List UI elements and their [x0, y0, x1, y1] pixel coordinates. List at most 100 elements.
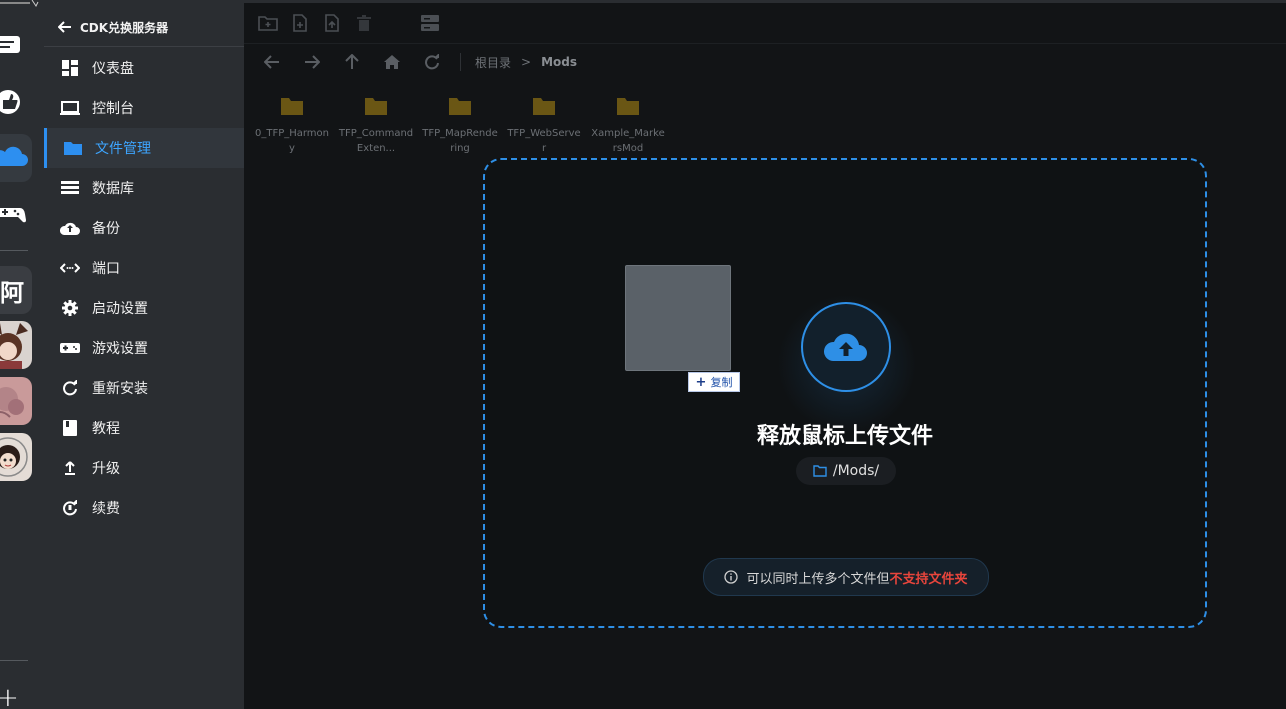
- nav-bar: 根目录 > Mods: [244, 44, 1286, 80]
- sidebar-item-startup[interactable]: 启动设置: [44, 288, 244, 328]
- sidebar-item-label: 备份: [92, 221, 120, 237]
- folder-item[interactable]: TFP_MapRendering: [422, 92, 498, 156]
- up-nav-button[interactable]: [338, 48, 366, 76]
- sidebar: CDK兑换服务器 仪表盘 控制台 文件管理 数据库 备份 端口 启动设置 游戏设…: [44, 0, 244, 709]
- sidebar-item-label: 控制台: [92, 101, 134, 117]
- folder-name: TFP_WebServer: [507, 128, 581, 154]
- add-server-button[interactable]: +: [0, 683, 44, 709]
- sidebar-item-label: 升级: [92, 461, 120, 477]
- sidebar-item-console[interactable]: 控制台: [44, 88, 244, 128]
- sidebar-item-label: 仪表盘: [92, 61, 134, 77]
- back-nav-button[interactable]: [258, 48, 286, 76]
- rail-divider: [0, 660, 28, 661]
- refresh-button[interactable]: [418, 48, 446, 76]
- new-folder-button[interactable]: [256, 11, 280, 35]
- breadcrumb-separator: >: [521, 55, 532, 69]
- sidebar-item-database[interactable]: 数据库: [44, 168, 244, 208]
- sidebar-item-files[interactable]: 文件管理: [44, 128, 244, 168]
- plus-icon: +: [695, 374, 707, 390]
- folder-item[interactable]: TFP_WebServer: [506, 92, 582, 156]
- database-icon: [60, 178, 80, 198]
- breadcrumb-root[interactable]: 根目录: [475, 54, 511, 71]
- upload-file-button[interactable]: [320, 11, 344, 35]
- folder-outline-icon: [813, 465, 827, 477]
- gear-icon: [60, 298, 80, 318]
- port-icon: [60, 258, 80, 278]
- arrow-left-icon: [58, 21, 71, 33]
- cloud-icon[interactable]: [0, 146, 44, 170]
- folder-icon: [617, 98, 639, 115]
- drop-title: 释放鼠标上传文件: [756, 424, 933, 449]
- sidebar-item-renew[interactable]: 续费: [44, 488, 244, 528]
- trash-icon: [357, 15, 371, 31]
- target-path: /Mods/: [796, 457, 896, 485]
- dashboard-icon: [60, 58, 80, 78]
- back-button[interactable]: CDK兑换服务器: [44, 8, 244, 47]
- upload-drop-zone[interactable]: 释放鼠标上传文件 /Mods/ 可以同时上传多个文件但 不支持文件夹: [483, 158, 1207, 628]
- target-path-text: /Mods/: [832, 463, 880, 479]
- server-rail: 阿 +: [0, 0, 44, 709]
- sidebar-item-label: 数据库: [92, 181, 134, 197]
- chat-icon[interactable]: [0, 32, 44, 58]
- breadcrumb-divider: [460, 53, 461, 71]
- sidebar-item-label: 启动设置: [92, 301, 148, 317]
- folder-icon: [365, 98, 387, 115]
- folder-item[interactable]: Xample_MarkersMod: [590, 92, 666, 156]
- folder-name: 0_TFP_Harmony: [254, 128, 330, 154]
- home-icon: [384, 55, 400, 69]
- folder-icon: [63, 138, 83, 158]
- sidebar-menu: 仪表盘 控制台 文件管理 数据库 备份 端口 启动设置 游戏设置 重新安装 教程…: [44, 48, 244, 528]
- sidebar-item-label: 文件管理: [95, 141, 151, 157]
- book-icon: [60, 418, 80, 438]
- sidebar-item-ports[interactable]: 端口: [44, 248, 244, 288]
- folder-item[interactable]: TFP_CommandExten...: [338, 92, 414, 156]
- folder-name: Xample_MarkersMod: [591, 128, 665, 154]
- new-file-button[interactable]: [288, 11, 312, 35]
- delete-button[interactable]: [352, 11, 376, 35]
- folder-icon: [281, 98, 303, 115]
- gamepad-icon: [60, 338, 80, 358]
- info-icon: [724, 570, 739, 584]
- avatar-text[interactable]: 阿: [0, 266, 32, 314]
- storage-button[interactable]: [418, 11, 442, 35]
- folder-icon: [449, 98, 471, 115]
- renew-icon: [60, 498, 80, 518]
- hint-text: 可以同时上传多个文件但: [746, 571, 890, 587]
- sidebar-item-backup[interactable]: 备份: [44, 208, 244, 248]
- upload-circle: [801, 302, 891, 392]
- folder-name: TFP_MapRendering: [422, 128, 498, 154]
- refresh-icon: [425, 54, 439, 70]
- sidebar-item-label: 端口: [92, 261, 120, 277]
- file-manager: 根目录 > Mods 0_TFP_Harmony TFP_CommandExte…: [244, 0, 1286, 709]
- sidebar-item-label: 重新安装: [92, 381, 148, 397]
- copy-label: 复制: [710, 376, 733, 389]
- upload-file-icon: [325, 14, 339, 32]
- folder-item[interactable]: 0_TFP_Harmony: [254, 92, 330, 156]
- sidebar-item-upgrade[interactable]: 升级: [44, 448, 244, 488]
- sidebar-item-label: 游戏设置: [92, 341, 148, 357]
- upgrade-icon: [60, 458, 80, 478]
- forward-nav-button[interactable]: [298, 48, 326, 76]
- home-button[interactable]: [378, 48, 406, 76]
- rail-divider: [0, 250, 28, 251]
- upload-hint: 可以同时上传多个文件但 不支持文件夹: [703, 558, 989, 596]
- laptop-icon: [60, 98, 80, 118]
- sidebar-item-game-settings[interactable]: 游戏设置: [44, 328, 244, 368]
- thumb-icon[interactable]: [0, 88, 44, 116]
- server-icon: [421, 15, 439, 31]
- sidebar-item-dashboard[interactable]: 仪表盘: [44, 48, 244, 88]
- drag-ghost: [625, 265, 731, 371]
- avatar[interactable]: [0, 377, 32, 425]
- arrow-right-icon: [305, 55, 320, 69]
- avatar[interactable]: [0, 321, 32, 369]
- sidebar-item-label: 教程: [92, 421, 120, 437]
- hint-warning: 不支持文件夹: [889, 571, 968, 587]
- sidebar-item-tutorial[interactable]: 教程: [44, 408, 244, 448]
- gamepad-icon[interactable]: [0, 202, 44, 226]
- new-file-icon: [293, 14, 307, 32]
- sidebar-item-reinstall[interactable]: 重新安装: [44, 368, 244, 408]
- breadcrumb-current[interactable]: Mods: [541, 55, 577, 69]
- avatar[interactable]: [0, 433, 32, 481]
- cloud-upload-icon: [824, 333, 867, 361]
- new-folder-icon: [258, 16, 278, 31]
